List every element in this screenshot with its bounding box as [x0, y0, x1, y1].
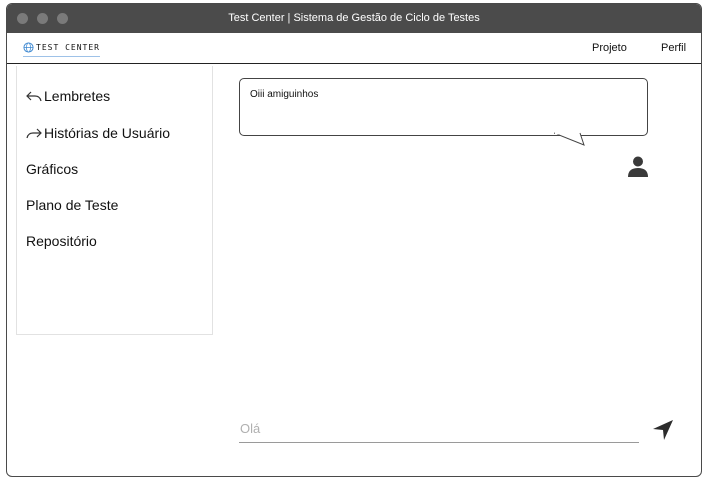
chat-input[interactable]	[239, 414, 639, 443]
sidebar-item-label: Repositório	[26, 233, 97, 249]
sidebar-item-graficos[interactable]: Gráficos	[26, 161, 78, 177]
sidebar-item-plano-de-teste[interactable]: Plano de Teste	[26, 197, 118, 213]
nav-perfil[interactable]: Perfil	[661, 42, 686, 54]
reply-icon	[26, 91, 42, 102]
title-bar: Test Center | Sistema de Gestão de Ciclo…	[7, 4, 701, 33]
window-title: Test Center | Sistema de Gestão de Ciclo…	[228, 12, 480, 24]
forward-icon	[26, 128, 42, 139]
app-logo[interactable]: TEST CENTER	[23, 39, 100, 57]
sidebar-item-repositorio[interactable]: Repositório	[26, 233, 97, 249]
bubble-tail	[554, 132, 585, 146]
sidebar-item-lembretes[interactable]: Lembretes	[26, 88, 110, 104]
logo-text: TEST CENTER	[36, 43, 100, 52]
globe-icon	[23, 42, 34, 53]
sidebar-item-label: Lembretes	[44, 88, 111, 104]
chat-message-bubble: Oiii amiguinhos	[239, 78, 648, 136]
sidebar: Lembretes Histórias de Usuário Gráficos …	[16, 66, 213, 335]
top-nav: TEST CENTER Projeto Perfil	[7, 33, 701, 64]
app-window: Test Center | Sistema de Gestão de Ciclo…	[6, 3, 702, 477]
sidebar-item-label: Plano de Teste	[26, 197, 119, 213]
sidebar-item-label: Gráficos	[26, 161, 79, 177]
nav-projeto[interactable]: Projeto	[592, 42, 627, 54]
user-icon	[628, 156, 648, 177]
sidebar-item-historias[interactable]: Histórias de Usuário	[26, 125, 170, 141]
sidebar-item-label: Histórias de Usuário	[44, 125, 171, 141]
chat-message-text: Oiii amiguinhos	[250, 89, 319, 100]
send-icon[interactable]	[652, 419, 674, 441]
